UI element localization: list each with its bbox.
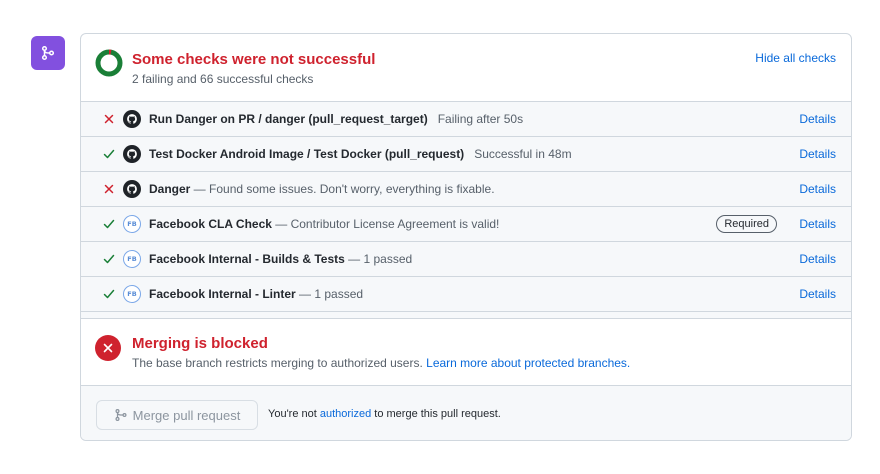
merge-blocked-section: Merging is blocked The base branch restr… [81,319,851,386]
check-description: — 1 passed [295,287,364,301]
check-details-link[interactable]: Details [799,147,836,161]
check-description: Failing after 50s [437,112,524,126]
check-description: — Found some issues. Don't worry, everyt… [190,182,495,196]
check-row: Run Danger on PR / danger (pull_request_… [81,102,851,137]
checks-status-donut-icon [95,49,123,77]
check-icon [103,148,115,160]
merge-button-label: Merge pull request [132,407,241,423]
check-description: Successful in 48m [474,147,572,161]
check-details-link[interactable]: Details [799,252,836,266]
check-name: Facebook CLA Check [149,217,272,231]
check-name: Facebook Internal - Linter [149,287,296,301]
check-name: Danger [149,182,191,196]
check-name: Facebook Internal - Builds & Tests [149,252,345,266]
merge-pull-request-button[interactable]: Merge pull request [96,400,258,430]
x-icon [103,183,115,195]
check-description: — 1 passed [344,252,413,266]
merge-note-suffix: to merge this pull request. [371,408,501,420]
check-details-link[interactable]: Details [799,182,836,196]
check-icon [103,288,115,300]
merge-action-section: Merge pull request You're not authorized… [81,386,851,440]
check-row: FB Facebook Internal - Builds & Tests — … [81,242,851,277]
required-badge: Required [716,215,777,233]
x-circle-icon [95,335,121,361]
check-icon [103,253,115,265]
github-app-icon [123,145,141,163]
checks-list: Run Danger on PR / danger (pull_request_… [81,102,851,319]
authorized-link[interactable]: authorized [320,408,371,420]
check-details-link[interactable]: Details [799,112,836,126]
check-description: — Contributor License Agreement is valid… [271,217,500,231]
check-row: Danger — Found some issues. Don't worry,… [81,172,851,207]
check-name: Test Docker Android Image / Test Docker … [149,147,465,161]
check-details-link[interactable]: Details [799,287,836,301]
check-row: FB Facebook CLA Check — Contributor Lice… [81,207,851,242]
check-details-link[interactable]: Details [799,217,836,231]
protected-branches-link[interactable]: Learn more about protected branches. [426,356,630,370]
checks-summary: Some checks were not successful 2 failin… [81,34,851,102]
merge-blocked-text: The base branch restricts merging to aut… [132,356,427,370]
check-row: Test Docker Android Image / Test Docker … [81,137,851,172]
checks-summary-title: Some checks were not successful [132,51,376,68]
facebook-app-icon: FB [123,215,141,233]
facebook-app-icon: FB [123,285,141,303]
git-merge-badge-icon [31,36,65,70]
merge-permission-note: You're not authorized to merge this pull… [268,408,501,420]
merge-note-prefix: You're not [268,408,320,420]
check-name: Run Danger on PR / danger (pull_request_… [149,112,428,126]
github-app-icon [123,180,141,198]
check-row: FB Facebook Internal - Linter — 1 passed… [81,277,851,312]
x-icon [103,113,115,125]
hide-all-checks-link[interactable]: Hide all checks [755,51,836,65]
github-app-icon [123,110,141,128]
git-merge-icon [115,409,127,421]
facebook-app-icon: FB [123,250,141,268]
checks-list-end [81,312,851,319]
check-icon [103,218,115,230]
merge-box: Some checks were not successful 2 failin… [80,33,852,441]
merge-blocked-description: The base branch restricts merging to aut… [132,356,630,370]
checks-summary-subtitle: 2 failing and 66 successful checks [132,72,314,86]
merge-blocked-title: Merging is blocked [132,335,268,352]
